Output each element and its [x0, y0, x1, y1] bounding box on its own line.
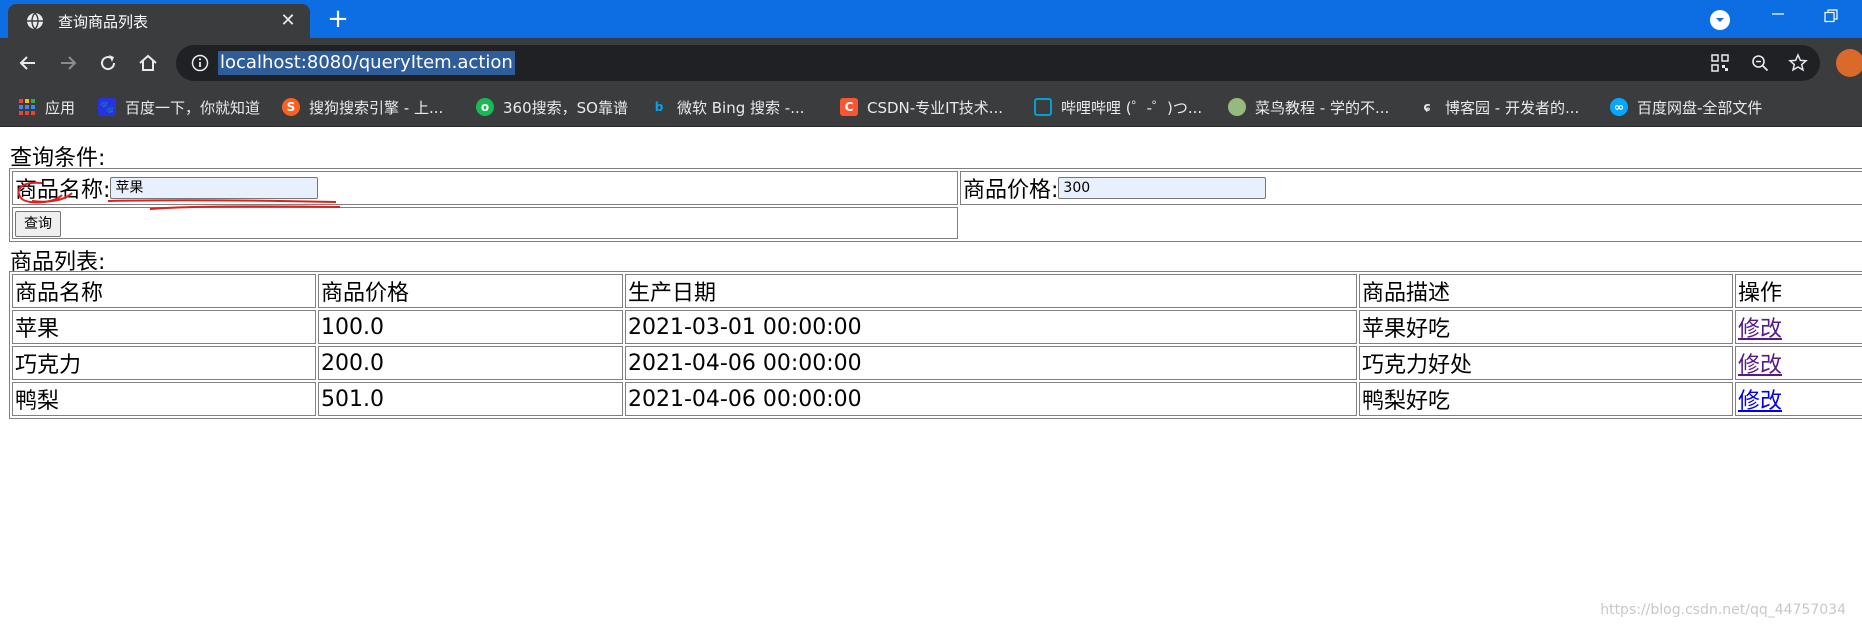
edit-link[interactable]: 修改	[1738, 389, 1782, 414]
header-desc: 商品描述	[1359, 274, 1733, 308]
bookmark-360[interactable]: o 360搜索，SO靠谱	[476, 88, 628, 126]
globe-icon	[26, 12, 44, 30]
price-label: 商品价格:	[963, 178, 1059, 203]
profile-avatar[interactable]	[1836, 49, 1862, 77]
header-price: 商品价格	[318, 274, 623, 308]
so360-icon: o	[476, 98, 494, 116]
apps-grid-icon	[18, 98, 36, 116]
cell-action: 修改	[1735, 346, 1862, 380]
cell-desc: 巧克力好处	[1359, 346, 1733, 380]
cell-date: 2021-04-06 00:00:00	[625, 382, 1357, 416]
query-button[interactable]: 查询	[15, 211, 61, 237]
price-input[interactable]: 300	[1058, 177, 1267, 199]
table-row: 鸭梨 501.0 2021-04-06 00:00:00 鸭梨好吃 修改	[12, 382, 1862, 416]
baidu-icon: 🐾	[98, 98, 116, 116]
bookmark-star-icon[interactable]	[1788, 53, 1808, 73]
button-cell: 查询	[12, 207, 958, 239]
cell-price: 100.0	[318, 310, 623, 344]
cell-date: 2021-03-01 00:00:00	[625, 310, 1357, 344]
restore-icon[interactable]	[1824, 8, 1838, 23]
cell-desc: 鸭梨好吃	[1359, 382, 1733, 416]
header-action: 操作	[1735, 274, 1862, 308]
query-form-table: 商品名称: 苹果 商品价格: 300 查询	[9, 168, 1862, 242]
cell-name: 鸭梨	[12, 382, 316, 416]
bookmark-sogou[interactable]: S 搜狗搜索引擎 - 上...	[282, 88, 443, 126]
bookmark-runoob[interactable]: 菜鸟教程 - 学的不...	[1228, 88, 1389, 126]
cell-name: 苹果	[12, 310, 316, 344]
tab-strip: 查询商品列表 ✕ +	[0, 0, 1862, 38]
bookmark-bing[interactable]: b 微软 Bing 搜索 -...	[650, 88, 805, 126]
reload-icon[interactable]	[96, 51, 120, 75]
runoob-icon	[1228, 98, 1246, 116]
query-form-row: 商品名称: 苹果 商品价格: 300	[12, 171, 1862, 205]
bookmark-baidu[interactable]: 🐾 百度一下，你就知道	[98, 88, 260, 126]
table-row: 苹果 100.0 2021-03-01 00:00:00 苹果好吃 修改	[12, 310, 1862, 344]
zoom-icon[interactable]	[1750, 53, 1770, 73]
edit-link[interactable]: 修改	[1738, 353, 1782, 378]
qr-code-icon[interactable]	[1710, 53, 1730, 73]
edit-link[interactable]: 修改	[1738, 317, 1782, 342]
table-header-row: 商品名称 商品价格 生产日期 商品描述 操作	[12, 274, 1862, 308]
bilibili-icon	[1034, 98, 1052, 116]
browser-toolbar: localhost:8080/queryItem.action	[0, 38, 1862, 88]
page-content: 查询条件: 商品名称: 苹果 商品价格: 300 查询 商品列表: 商品名称 商品价…	[0, 127, 1862, 624]
new-tab-icon[interactable]: +	[325, 6, 351, 32]
item-list-table: 商品名称 商品价格 生产日期 商品描述 操作 苹果 100.0 2021-03-…	[9, 271, 1862, 419]
header-name: 商品名称	[12, 274, 316, 308]
name-input[interactable]: 苹果	[110, 177, 319, 199]
price-field-cell: 商品价格: 300	[960, 171, 1862, 205]
baidu-netdisk-icon: ∞	[1610, 98, 1628, 116]
tab-search-icon[interactable]	[1710, 10, 1730, 30]
tab-title: 查询商品列表	[58, 12, 149, 31]
site-info-icon[interactable]	[190, 53, 210, 73]
cell-price: 501.0	[318, 382, 623, 416]
name-field-cell: 商品名称: 苹果	[12, 171, 958, 205]
bookmark-csdn[interactable]: C CSDN-专业IT技术...	[840, 88, 1003, 126]
bookmark-cnblogs[interactable]: ɕ 博客园 - 开发者的...	[1418, 88, 1579, 126]
cell-desc: 苹果好吃	[1359, 310, 1733, 344]
name-label: 商品名称:	[15, 178, 111, 203]
minimize-icon[interactable]	[1770, 6, 1786, 20]
cnblogs-icon: ɕ	[1423, 100, 1431, 114]
url-text[interactable]: localhost:8080/queryItem.action	[218, 51, 515, 75]
empty-cell	[960, 207, 1862, 239]
cell-price: 200.0	[318, 346, 623, 380]
back-icon[interactable]	[16, 51, 40, 75]
address-bar[interactable]: localhost:8080/queryItem.action	[176, 45, 1820, 81]
bookmark-baidu-netdisk[interactable]: ∞ 百度网盘-全部文件	[1610, 88, 1762, 126]
table-row: 巧克力 200.0 2021-04-06 00:00:00 巧克力好处 修改	[12, 346, 1862, 380]
watermark-text: https://blog.csdn.net/qq_44757034	[1600, 602, 1846, 618]
cell-date: 2021-04-06 00:00:00	[625, 346, 1357, 380]
cell-action: 修改	[1735, 382, 1862, 416]
home-icon[interactable]	[136, 51, 160, 75]
forward-icon[interactable]	[56, 51, 80, 75]
bing-icon: b	[654, 100, 664, 114]
bookmarks-bar: 应用 🐾 百度一下，你就知道 S 搜狗搜索引擎 - 上... o 360搜索，S…	[0, 88, 1862, 127]
cell-name: 巧克力	[12, 346, 316, 380]
bookmark-apps[interactable]: 应用	[18, 88, 75, 126]
cell-action: 修改	[1735, 310, 1862, 344]
close-tab-icon[interactable]: ✕	[278, 11, 298, 31]
header-date: 生产日期	[625, 274, 1357, 308]
query-button-row: 查询	[12, 207, 1862, 239]
bookmark-bilibili[interactable]: 哔哩哔哩 (゜-゜)つ...	[1034, 88, 1202, 126]
sogou-icon: S	[282, 98, 300, 116]
csdn-icon: C	[840, 98, 858, 116]
tab-active[interactable]: 查询商品列表 ✕	[8, 4, 310, 38]
